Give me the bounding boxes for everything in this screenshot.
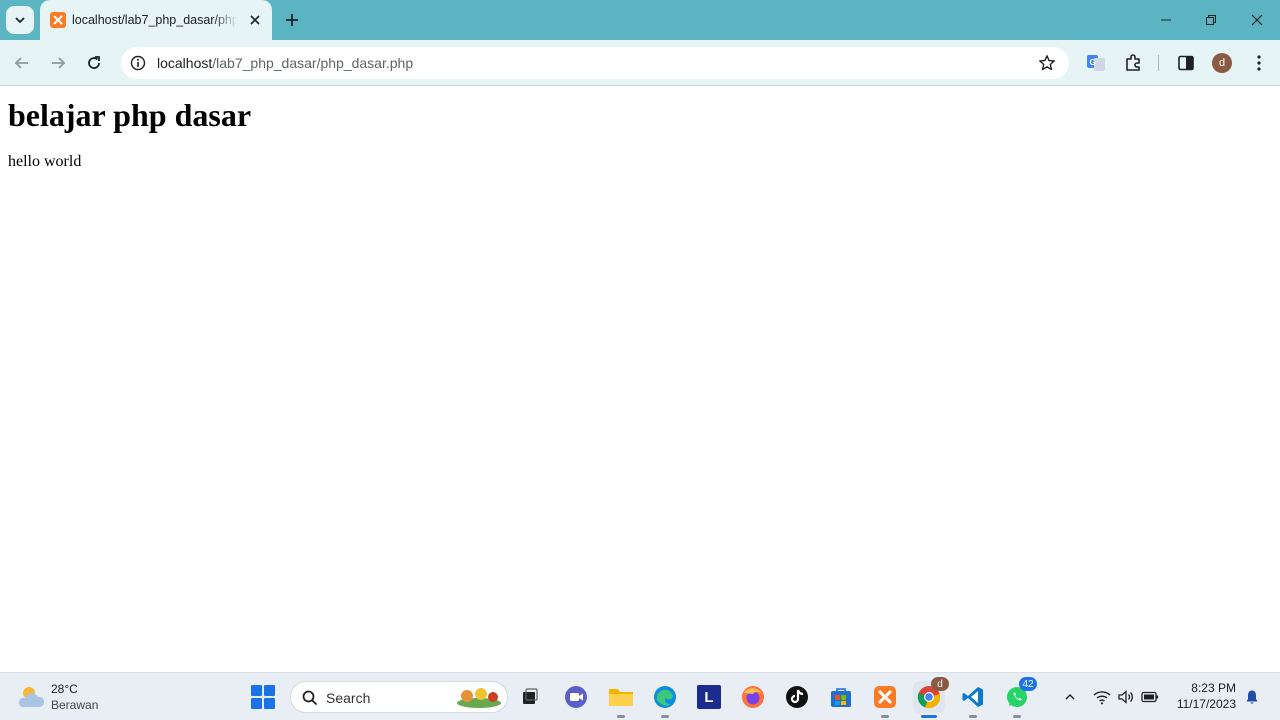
battery-icon[interactable] xyxy=(1140,687,1160,707)
edge-icon xyxy=(654,686,676,708)
store-icon xyxy=(831,688,851,707)
l-icon: L xyxy=(697,685,721,709)
windows-logo-pane xyxy=(251,685,262,696)
arrow-left-icon xyxy=(14,57,28,69)
restore-icon xyxy=(1206,15,1216,25)
running-indicator xyxy=(881,715,889,718)
restore-button[interactable] xyxy=(1189,6,1233,34)
vscode-icon xyxy=(962,687,983,707)
windows-logo-pane xyxy=(264,685,275,696)
back-button[interactable] xyxy=(8,49,36,77)
start-button[interactable] xyxy=(251,685,275,709)
notification-bell-icon[interactable] xyxy=(1242,687,1262,707)
xampp-app[interactable] xyxy=(869,681,901,718)
active-indicator xyxy=(921,715,937,718)
toolbar-separator xyxy=(1158,55,1159,71)
new-tab-button[interactable] xyxy=(279,7,305,33)
l-app[interactable]: L xyxy=(693,681,725,713)
folder-icon xyxy=(609,689,633,706)
bookmark-star-icon[interactable] xyxy=(1037,53,1057,73)
search-label: Search xyxy=(326,690,371,706)
chevron-down-icon xyxy=(15,17,25,24)
firefox-app[interactable] xyxy=(737,681,769,713)
weather-condition: Berawan xyxy=(51,698,99,712)
file-explorer-app[interactable] xyxy=(605,681,637,718)
close-icon xyxy=(1251,14,1263,26)
task-view-icon xyxy=(523,688,538,704)
clock-date: 11/17/2023 xyxy=(1176,697,1236,711)
site-info-icon[interactable] xyxy=(127,52,149,74)
system-clock[interactable]: 8:23 PM 11/17/2023 xyxy=(1177,680,1236,712)
whatsapp-app[interactable]: 42 xyxy=(1001,677,1037,718)
windows-logo-pane xyxy=(264,698,275,709)
tab-close-icon[interactable] xyxy=(246,11,264,29)
plus-icon xyxy=(286,14,298,26)
forward-button[interactable] xyxy=(44,49,72,77)
meet-app[interactable] xyxy=(560,681,592,713)
minimize-button[interactable] xyxy=(1144,6,1188,34)
reload-button[interactable] xyxy=(80,49,108,77)
clock-time: 8:23 PM xyxy=(1191,681,1236,695)
weather-widget[interactable]: 28°C Berawan xyxy=(14,681,114,713)
extensions-puzzle-icon[interactable] xyxy=(1121,51,1145,75)
chrome-app[interactable]: d xyxy=(913,677,949,718)
store-app[interactable] xyxy=(825,681,857,713)
running-indicator xyxy=(969,715,977,718)
windows-logo-pane xyxy=(251,698,262,709)
taskbar-search[interactable]: Search xyxy=(290,681,508,713)
google-translate-icon[interactable]: G xyxy=(1084,51,1108,75)
meet-icon xyxy=(565,686,587,708)
profile-avatar[interactable]: d xyxy=(1212,53,1232,73)
tab-strip: localhost/lab7_php_dasar/php_dasar.php xyxy=(0,0,1280,40)
vscode-app[interactable] xyxy=(957,681,989,718)
show-hidden-icons-chevron-up-icon[interactable] xyxy=(1060,687,1080,707)
address-bar[interactable]: localhost/lab7_php_dasar/php_dasar.php xyxy=(121,47,1069,79)
search-icon xyxy=(302,690,318,706)
volume-icon[interactable] xyxy=(1116,687,1136,707)
chrome-profile-badge: d xyxy=(931,677,949,691)
page-text: hello world xyxy=(8,153,82,170)
firefox-icon xyxy=(742,686,764,708)
tab-search-button[interactable] xyxy=(6,6,34,34)
close-window-button[interactable] xyxy=(1235,6,1279,34)
browser-toolbar: localhost/lab7_php_dasar/php_dasar.php G… xyxy=(0,40,1280,86)
edge-app[interactable] xyxy=(649,681,681,718)
tab-title: localhost/lab7_php_dasar/php_dasar.php xyxy=(72,13,238,27)
tiktok-icon xyxy=(786,686,808,708)
running-indicator xyxy=(1013,715,1021,718)
url-text[interactable]: localhost/lab7_php_dasar/php_dasar.php xyxy=(157,55,413,71)
notification-badge: 42 xyxy=(1019,677,1037,691)
wifi-icon[interactable] xyxy=(1092,687,1112,707)
xampp-favicon-icon xyxy=(50,12,66,28)
taskbar: 28°C Berawan Search L d 42 8:23 PM 11/17… xyxy=(0,672,1280,720)
running-indicator xyxy=(617,715,625,718)
partly-cloudy-icon xyxy=(18,687,45,707)
kebab-menu-icon[interactable] xyxy=(1247,51,1271,75)
arrow-right-icon xyxy=(52,57,66,69)
tiktok-app[interactable] xyxy=(781,681,813,713)
web-page: belajar php dasar hello world xyxy=(0,87,1280,672)
search-highlight-art-icon xyxy=(457,688,501,708)
side-panel-icon[interactable] xyxy=(1174,51,1198,75)
weather-temperature: 28°C xyxy=(51,682,78,696)
page-heading: belajar php dasar xyxy=(8,97,252,133)
minimize-icon xyxy=(1161,19,1171,21)
task-view-button[interactable] xyxy=(514,681,546,713)
running-indicator xyxy=(661,715,669,718)
reload-icon xyxy=(88,56,100,69)
url-host: localhost xyxy=(157,55,213,71)
svg-text:G: G xyxy=(1090,58,1096,67)
xampp-icon xyxy=(874,686,896,708)
active-tab[interactable]: localhost/lab7_php_dasar/php_dasar.php xyxy=(40,0,272,40)
url-path: /lab7_php_dasar/php_dasar.php xyxy=(212,55,414,71)
